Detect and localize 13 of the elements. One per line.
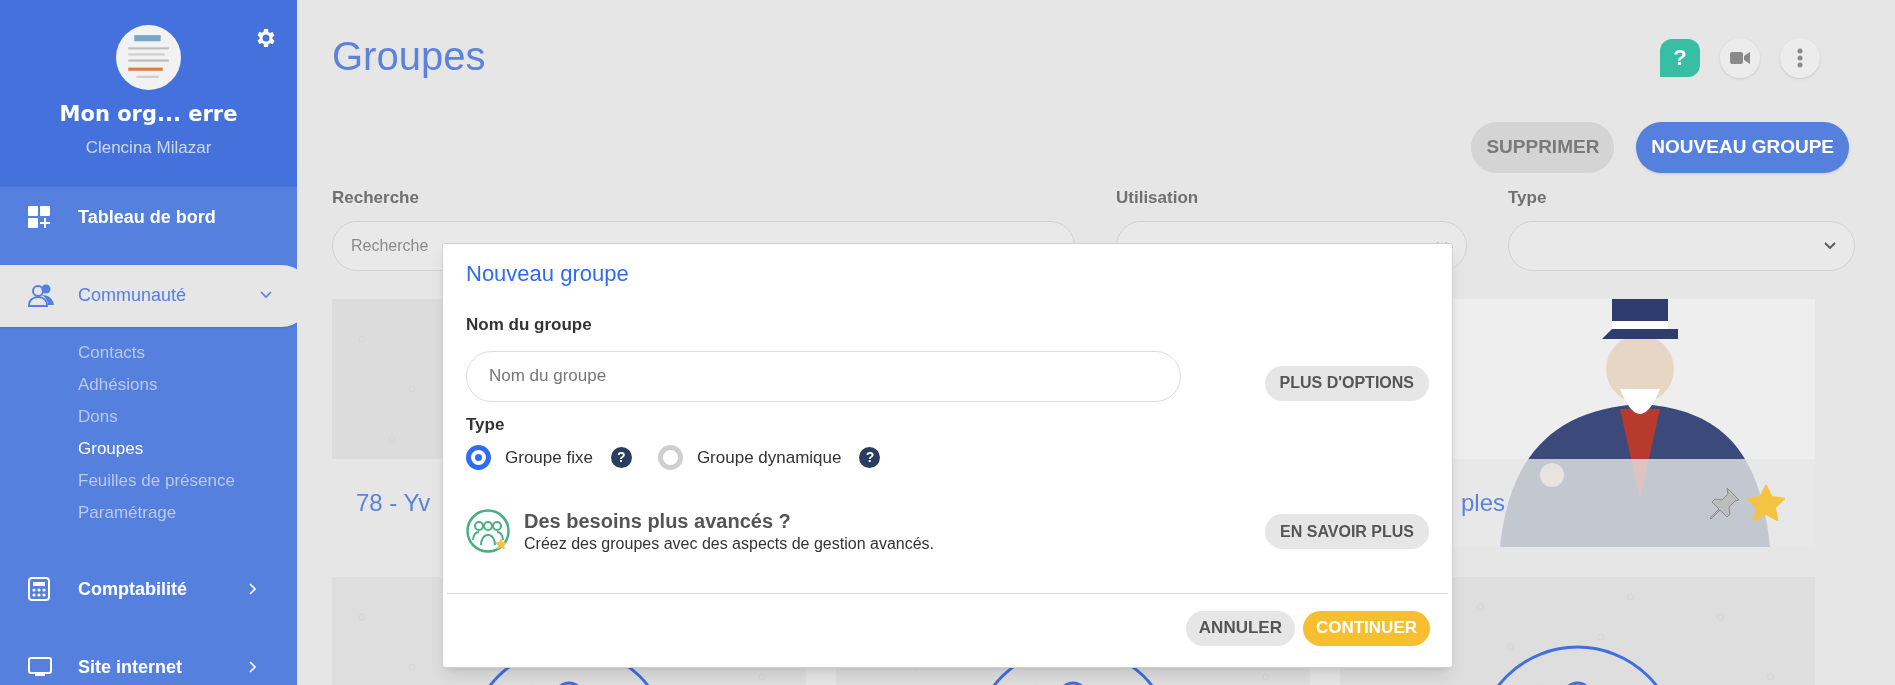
user-name: Clencina Milazar [85,136,212,159]
radio-label: Groupe dynamique [696,447,842,469]
section-title: Des besoins plus avancés ? [524,508,792,533]
organization-name: Mon org... erre [59,101,238,128]
radio-label: Groupe fixe [505,447,593,469]
section-text: Créez des groupes avec des aspects de gestion avancés. [524,533,936,554]
field-label: Type [466,413,506,436]
filter-label: Type [1508,187,1548,209]
filter-label: Recherche [332,187,420,209]
field-label: Nom du groupe [466,314,593,336]
dialog-title: Nouveau groupe [466,260,630,288]
page-title: Groupes [332,33,486,80]
filter-label: Utilisation [1116,187,1200,209]
